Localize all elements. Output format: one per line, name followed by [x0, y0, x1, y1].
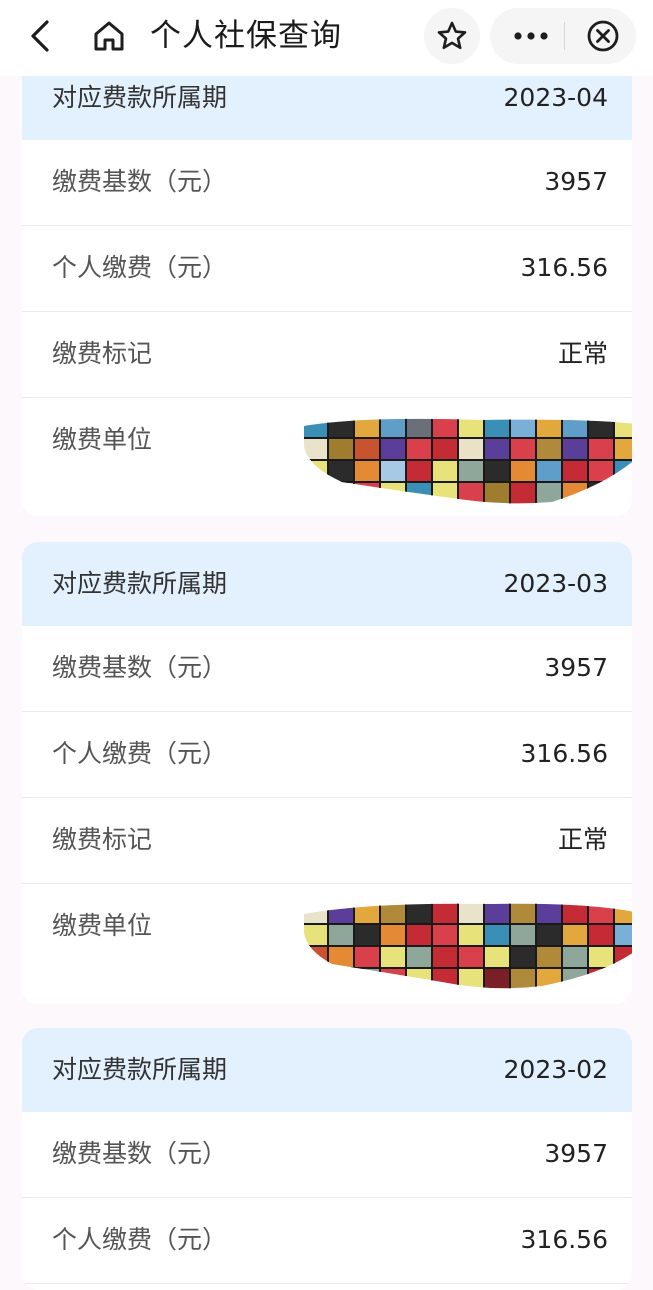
top-nav-bar: 个人社保查询 — [0, 0, 653, 76]
personal-label: 个人缴费（元） — [52, 739, 228, 768]
base-value: 3957 — [544, 1139, 608, 1168]
unit-row: 缴费单位 — [22, 398, 632, 508]
period-label: 对应费款所属期 — [52, 569, 228, 598]
period-label: 对应费款所属期 — [52, 83, 228, 112]
mark-value: 正常 — [557, 339, 608, 368]
period-value: 2023-04 — [503, 83, 608, 112]
base-value: 3957 — [544, 653, 608, 682]
base-row: 缴费基数（元） 3957 — [22, 626, 632, 712]
base-label: 缴费基数（元） — [52, 167, 228, 196]
period-header: 对应费款所属期 2023-03 — [22, 542, 632, 626]
menu-capsule — [490, 8, 636, 64]
mark-value: 正常 — [557, 825, 608, 854]
capsule-divider — [564, 22, 565, 50]
personal-value: 316.56 — [520, 1225, 608, 1254]
more-dots-icon — [514, 32, 548, 40]
mark-label: 缴费标记 — [52, 339, 153, 368]
unit-label: 缴费单位 — [52, 425, 153, 454]
personal-row: 个人缴费（元） 316.56 — [22, 226, 632, 312]
back-button[interactable] — [22, 16, 58, 56]
back-arrow-icon — [31, 20, 49, 52]
mark-label: 缴费标记 — [52, 825, 153, 854]
record-card: 对应费款所属期 2023-02 缴费基数（元） 3957 个人缴费（元） 316… — [22, 1028, 632, 1290]
redacted-mosaic — [304, 903, 632, 989]
record-card: 对应费款所属期 2023-04 缴费基数（元） 3957 个人缴费（元） 316… — [22, 56, 632, 516]
unit-row: 缴费单位 — [22, 884, 632, 994]
base-row: 缴费基数（元） 3957 — [22, 140, 632, 226]
page-title: 个人社保查询 — [150, 18, 342, 54]
personal-row: 个人缴费（元） 316.56 — [22, 1198, 632, 1284]
personal-label: 个人缴费（元） — [52, 1225, 228, 1254]
home-button[interactable] — [88, 16, 130, 56]
period-value: 2023-03 — [503, 569, 608, 598]
favorite-button[interactable] — [424, 8, 480, 64]
mark-row: 缴费标记 正常 — [22, 312, 632, 398]
personal-row: 个人缴费（元） 316.56 — [22, 712, 632, 798]
personal-label: 个人缴费（元） — [52, 253, 228, 282]
base-label: 缴费基数（元） — [52, 653, 228, 682]
base-row: 缴费基数（元） 3957 — [22, 1112, 632, 1198]
period-header: 对应费款所属期 2023-02 — [22, 1028, 632, 1112]
personal-value: 316.56 — [520, 253, 608, 282]
period-label: 对应费款所属期 — [52, 1055, 228, 1084]
close-button[interactable] — [578, 8, 628, 64]
mark-row: 缴费标记 正常 — [22, 798, 632, 884]
more-button[interactable] — [500, 8, 562, 64]
home-icon — [94, 21, 124, 51]
redacted-mosaic — [304, 418, 632, 504]
unit-label: 缴费单位 — [52, 911, 153, 940]
record-card: 对应费款所属期 2023-03 缴费基数（元） 3957 个人缴费（元） 316… — [22, 542, 632, 1004]
star-icon — [437, 21, 467, 50]
period-value: 2023-02 — [503, 1055, 608, 1084]
base-label: 缴费基数（元） — [52, 1139, 228, 1168]
base-value: 3957 — [544, 167, 608, 196]
personal-value: 316.56 — [520, 739, 608, 768]
close-circle-icon — [587, 20, 619, 52]
